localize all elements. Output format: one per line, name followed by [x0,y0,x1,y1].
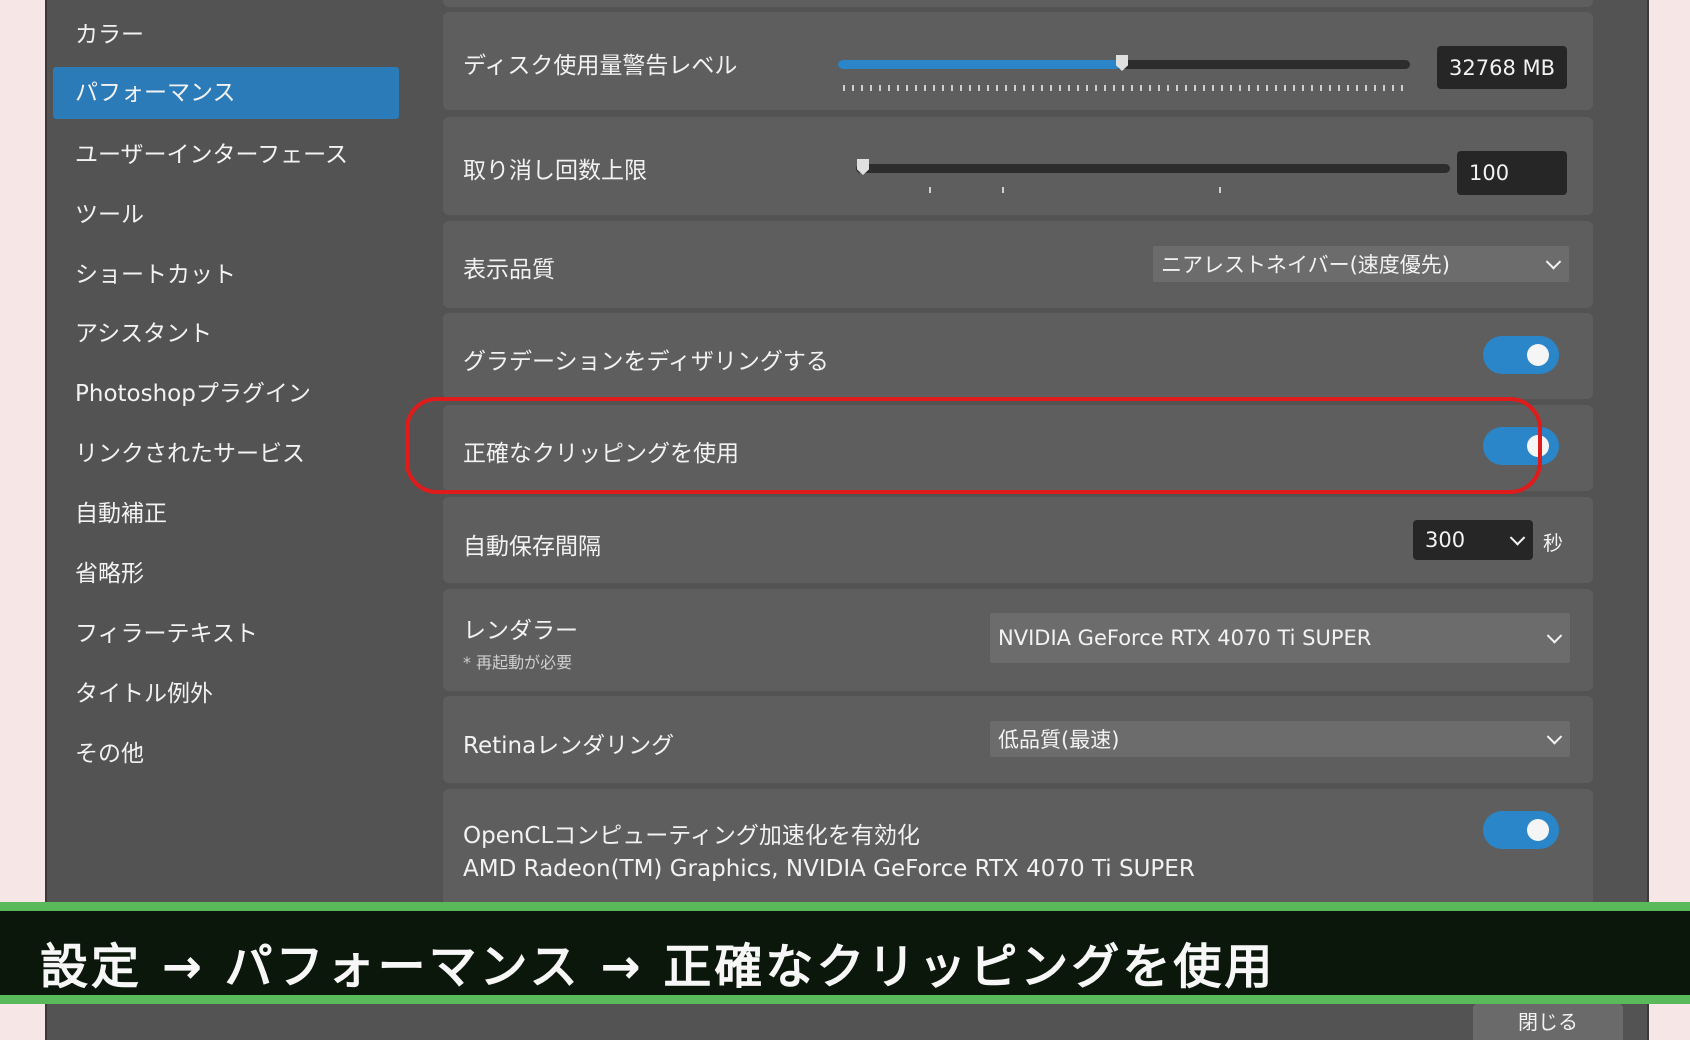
chevron-down-icon [1546,729,1563,745]
dither-gradients-label: グラデーションをディザリングする [463,349,829,375]
renderer-value: NVIDIA GeForce RTX 4070 Ti SUPER [998,626,1372,650]
sidebar-item-other[interactable]: その他 [53,728,399,780]
disk-warning-value-field[interactable]: 32768 MB [1437,46,1567,89]
sidebar-item-abbreviations[interactable]: 省略形 [53,548,399,600]
close-button[interactable]: 閉じる [1473,1004,1623,1040]
caption-banner: 設定 → パフォーマンス → 正確なクリッピングを使用 [0,902,1690,1004]
retina-rendering-select[interactable]: 低品質(最速) [990,721,1570,757]
sidebar-item-filler-text[interactable]: フィラーテキスト [53,608,399,660]
settings-row-display-quality: 表示品質 ニアレストネイバー(速度優先) [443,221,1593,308]
renderer-select[interactable]: NVIDIA GeForce RTX 4070 Ti SUPER [990,613,1570,663]
sidebar-item-assistant[interactable]: アシスタント [53,308,399,360]
settings-row-opencl: OpenCLコンピューティング加速化を有効化 AMD Radeon(TM) Gr… [443,789,1593,909]
autosave-interval-value: 300 [1425,528,1466,552]
display-quality-label: 表示品質 [463,257,555,283]
autosave-interval-select[interactable]: 300 [1413,520,1533,560]
settings-row-renderer: レンダラー * 再起動が必要 NVIDIA GeForce RTX 4070 T… [443,589,1593,691]
undo-limit-slider[interactable] [856,159,1450,175]
caption-text: 設定 → パフォーマンス → 正確なクリッピングを使用 [40,939,1276,995]
sidebar-item-tools[interactable]: ツール [53,189,399,241]
retina-rendering-label: Retinaレンダリング [463,733,675,759]
sidebar-item-shortcuts[interactable]: ショートカット [53,249,399,301]
display-quality-value: ニアレストネイバー(速度優先) [1161,253,1450,277]
disk-warning-slider[interactable] [838,55,1410,71]
undo-limit-tick [929,187,931,193]
undo-limit-tick [1002,187,1004,193]
sidebar-item-photoshop-plugins[interactable]: Photoshopプラグイン [53,368,399,420]
preferences-window: カラー パフォーマンス ユーザーインターフェース ツール ショートカット アシス… [45,0,1649,1040]
chevron-down-icon [1545,254,1562,270]
settings-row-retina-rendering: Retinaレンダリング 低品質(最速) [443,696,1593,783]
renderer-restart-note: * 再起動が必要 [463,653,573,672]
toggle-knob [1527,819,1549,841]
renderer-label: レンダラー [463,618,578,644]
sidebar-item-autocorrect[interactable]: 自動補正 [53,488,399,540]
disk-warning-ticks [843,85,1409,91]
disk-warning-label: ディスク使用量警告レベル [463,53,738,79]
undo-limit-tick [1219,187,1221,193]
autosave-interval-label: 自動保存間隔 [463,534,601,560]
settings-row-undo-limit: 取り消し回数上限 100 [443,117,1593,215]
chevron-down-icon [1546,628,1563,644]
sidebar-item-color[interactable]: カラー [53,9,399,61]
sidebar: カラー パフォーマンス ユーザーインターフェース ツール ショートカット アシス… [47,0,447,1040]
sidebar-item-linked-services[interactable]: リンクされたサービス [53,428,399,480]
disk-warning-slider-fill [838,60,1121,69]
settings-row-autosave-interval: 自動保存間隔 300 秒 [443,497,1593,583]
settings-row-partial [443,0,1593,7]
undo-limit-slider-handle[interactable] [857,159,869,175]
highlight-annotation [405,397,1542,494]
chevron-down-icon [1509,530,1526,546]
toggle-knob [1527,344,1549,366]
dither-gradients-toggle[interactable] [1483,336,1559,374]
display-quality-select[interactable]: ニアレストネイバー(速度優先) [1153,246,1569,282]
undo-limit-label: 取り消し回数上限 [463,158,647,184]
sidebar-item-performance[interactable]: パフォーマンス [53,67,399,119]
sidebar-item-user-interface[interactable]: ユーザーインターフェース [53,129,399,181]
retina-rendering-value: 低品質(最速) [998,728,1120,752]
opencl-toggle[interactable] [1483,811,1559,849]
opencl-label: OpenCLコンピューティング加速化を有効化 [463,823,920,849]
settings-row-dither-gradients: グラデーションをディザリングする [443,313,1593,399]
autosave-interval-unit: 秒 [1543,531,1563,555]
sidebar-item-title-exceptions[interactable]: タイトル例外 [53,668,399,720]
opencl-devices: AMD Radeon(TM) Graphics, NVIDIA GeForce … [463,856,1195,882]
undo-limit-value-field[interactable]: 100 [1457,151,1567,195]
settings-row-disk-warning: ディスク使用量警告レベル 32768 MB [443,12,1593,110]
